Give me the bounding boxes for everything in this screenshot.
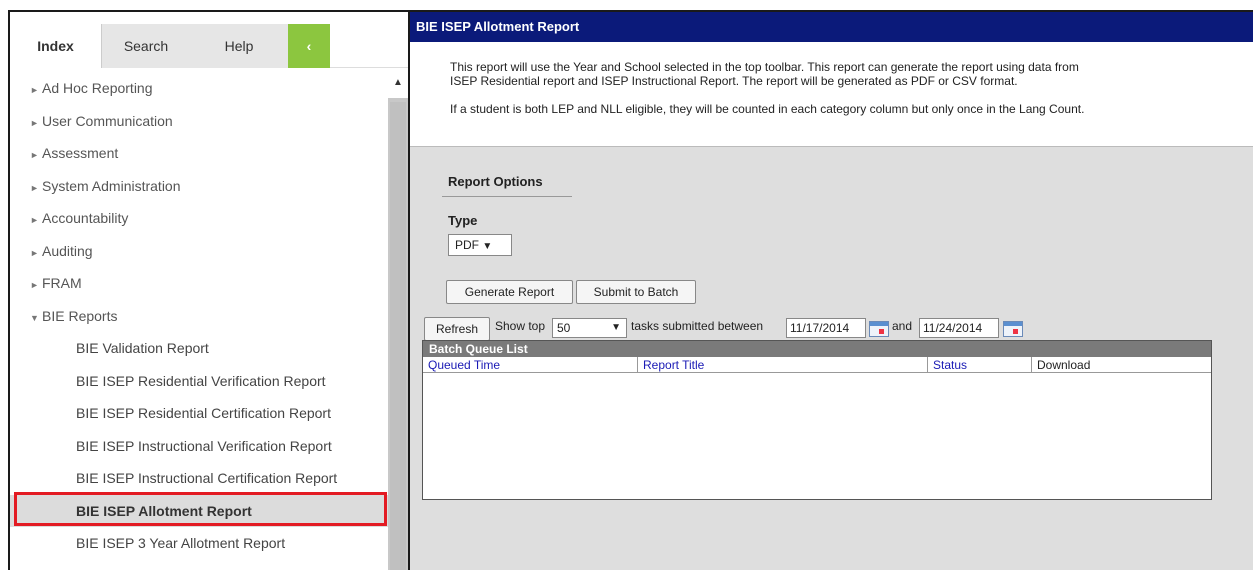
sidebar-item-label: Assessment [42,145,119,161]
sidebar-subitem-instructional-verification[interactable]: BIE ISEP Instructional Verification Repo… [10,430,388,463]
sidebar-subitem-instructional-certification[interactable]: BIE ISEP Instructional Certification Rep… [10,462,388,495]
tabs-spacer [330,24,408,68]
tab-help[interactable]: Help [190,24,288,68]
sidebar-item-auditing[interactable]: ► Auditing [10,235,388,268]
type-select-value: PDF [455,238,479,252]
scrollbar-thumb[interactable] [390,102,406,570]
triangle-right-icon: ► [30,182,39,193]
sidebar: Index Search Help ‹ ► Ad Hoc Reporting ► U… [10,12,408,570]
report-options-heading: Report Options [448,174,543,189]
and-label: and [892,319,913,333]
top-margin [0,0,1253,10]
sidebar-item-label: Accountability [42,210,129,226]
triangle-right-icon: ► [30,117,39,128]
sidebar-nav: ► Ad Hoc Reporting ► User Communication ► A… [10,72,388,570]
tab-search[interactable]: Search [102,24,190,68]
batch-queue-title: Batch Queue List [423,341,1211,357]
selection-highlight [14,491,387,526]
scroll-up-arrow-icon[interactable]: ▲ [388,68,408,98]
tab-index[interactable]: Index [10,24,102,68]
sidebar-item-label: Ad Hoc Reporting [42,80,153,96]
sidebar-subitem-bie-validation-report[interactable]: BIE Validation Report [10,332,388,365]
date-from-input[interactable]: 11/17/2014 [786,318,866,338]
triangle-right-icon: ► [30,215,39,225]
description-line-1: This report will use the Year and School… [450,60,1079,74]
between-label: tasks submitted between [631,319,764,333]
show-top-value: 50 [557,321,571,335]
sidebar-item-label: Auditing [42,242,93,259]
chevron-left-icon: ‹ [306,38,312,54]
sidebar-item-accountability[interactable]: ► Accountability [10,202,388,235]
column-status[interactable]: Status [928,357,1032,373]
divider [442,196,572,197]
sidebar-item-user-communication[interactable]: ► User Communication [10,105,388,138]
sidebar-item-label: FRAM [42,275,82,291]
column-queued-time[interactable]: Queued Time [423,357,638,373]
date-to-input[interactable]: 11/24/2014 [919,318,999,338]
report-description: This report will use the Year and School… [410,42,1253,147]
refresh-button[interactable]: Refresh [424,317,490,341]
batch-queue-header-row: Queued Time Report Title Status Download [423,357,1211,373]
triangle-down-icon: ▼ [30,312,39,323]
dropdown-arrow-icon: ▼ [482,241,493,252]
submit-to-batch-button[interactable]: Submit to Batch [576,280,696,304]
sidebar-tabs: Index Search Help ‹ [10,24,408,68]
page-title: BIE ISEP Allotment Report [410,12,1253,42]
generate-report-button[interactable]: Generate Report [446,280,573,304]
triangle-right-icon: ► [30,247,39,258]
calendar-icon[interactable] [1003,321,1023,337]
column-download: Download [1037,358,1091,372]
sidebar-subitem-3-year-allotment[interactable]: BIE ISEP 3 Year Allotment Report [10,527,388,560]
collapse-sidebar-button[interactable]: ‹ [288,24,330,68]
sidebar-item-system-administration[interactable]: ► System Administration [10,170,388,203]
sidebar-item-ad-hoc-reporting[interactable]: ► Ad Hoc Reporting [10,72,388,105]
sidebar-item-assessment[interactable]: ► Assessment [10,137,388,170]
show-top-label: Show top [495,319,546,333]
sidebar-subitem-allotment-report[interactable]: BIE ISEP Allotment Report [10,491,388,527]
sidebar-item-fram[interactable]: ► FRAM [10,267,388,300]
batch-queue-list: Batch Queue List Queued Time Report Titl… [422,340,1212,500]
column-report-title[interactable]: Report Title [638,357,928,373]
description-line-3: If a student is both LEP and NLL eligibl… [450,102,1085,116]
sidebar-subitem-residential-certification[interactable]: BIE ISEP Residential Certification Repor… [10,397,388,430]
triangle-right-icon: ► [30,280,39,290]
calendar-icon[interactable] [869,321,889,337]
type-label: Type [448,213,478,228]
triangle-right-icon: ► [30,150,39,160]
type-select[interactable]: PDF ▼ [448,234,512,256]
sidebar-item-label: System Administration [42,177,181,194]
main-content: BIE ISEP Allotment Report This report wi… [408,12,1253,570]
triangle-right-icon: ► [30,85,39,95]
description-line-2: ISEP Residential report and ISEP Instruc… [450,74,1018,88]
sidebar-item-label: User Communication [42,112,173,129]
sidebar-item-bie-reports[interactable]: ▼ BIE Reports [10,300,388,333]
sidebar-subitem-residential-verification[interactable]: BIE ISEP Residential Verification Report [10,365,388,398]
sidebar-item-label: BIE Reports [42,307,118,324]
dropdown-arrow-icon: ▼ [611,322,621,333]
sidebar-subitem-certification-status[interactable]: BIE ISEP Certification Status Report [10,560,388,570]
show-top-select[interactable]: 50 ▼ [552,318,627,338]
